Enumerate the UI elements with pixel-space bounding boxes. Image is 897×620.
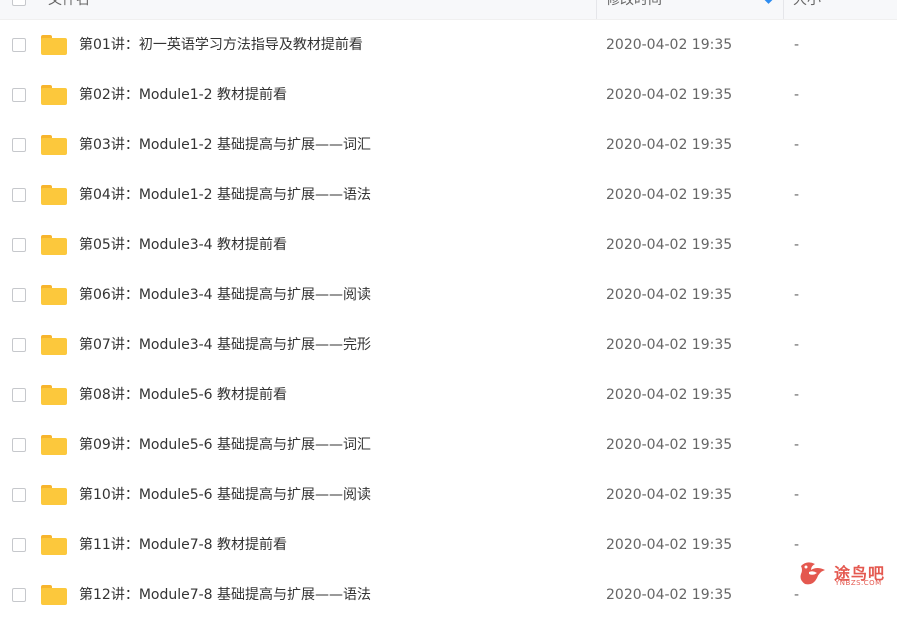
- file-list: 文件名 修改时间 大小 第01讲：初一英语学习方法指导及教材提前看 2020-04…: [0, 0, 897, 620]
- folder-icon-body: [41, 388, 67, 405]
- file-size: -: [794, 287, 800, 303]
- file-name-link[interactable]: 第08讲：Module5-6 教材提前看: [79, 385, 287, 405]
- modified-date: 2020-04-02 19:35: [606, 187, 733, 203]
- folder-icon[interactable]: [41, 385, 67, 405]
- file-name-link[interactable]: 第10讲：Module5-6 基础提高与扩展——阅读: [79, 485, 371, 505]
- folder-icon[interactable]: [41, 85, 67, 105]
- file-row[interactable]: 第02讲：Module1-2 教材提前看 2020-04-02 19:35 -: [0, 70, 897, 120]
- column-header-size[interactable]: 大小: [793, 0, 821, 10]
- row-checkbox[interactable]: [12, 588, 26, 602]
- file-name-link[interactable]: 第06讲：Module3-4 基础提高与扩展——阅读: [79, 285, 371, 305]
- folder-icon[interactable]: [41, 285, 67, 305]
- modified-date: 2020-04-02 19:35: [606, 37, 733, 53]
- file-rows: 第01讲：初一英语学习方法指导及教材提前看 2020-04-02 19:35- 第0…: [0, 20, 897, 620]
- modified-date: 2020-04-02 19:35: [606, 437, 733, 453]
- file-row[interactable]: 第07讲：Module3-4 基础提高与扩展——完形 2020-04-02 19:…: [0, 320, 897, 370]
- file-list-header: 文件名 修改时间 大小: [0, 0, 897, 20]
- watermark-subtext: YNBZS.COM: [835, 579, 882, 587]
- file-name-link[interactable]: 第05讲：Module3-4 教材提前看: [79, 235, 287, 255]
- file-size: -: [794, 337, 800, 353]
- row-checkbox[interactable]: [12, 488, 26, 502]
- watermark-logo-icon: [800, 562, 825, 585]
- file-size: -: [794, 137, 800, 153]
- folder-icon-body: [41, 438, 67, 455]
- sort-desc-icon[interactable]: [762, 0, 775, 4]
- row-checkbox[interactable]: [12, 188, 26, 202]
- row-checkbox[interactable]: [12, 38, 26, 52]
- file-row[interactable]: 第08讲：Module5-6 教材提前看 2020-04-02 19:35 -: [0, 370, 897, 420]
- folder-icon[interactable]: [41, 35, 67, 55]
- file-size: -: [794, 237, 800, 253]
- modified-date: 2020-04-02 19:35: [606, 237, 733, 253]
- folder-icon[interactable]: [41, 135, 67, 155]
- row-checkbox[interactable]: [12, 438, 26, 452]
- folder-icon[interactable]: [41, 335, 67, 355]
- folder-icon-body: [41, 488, 67, 505]
- file-row[interactable]: 第04讲：Module1-2 基础提高与扩展——语法 2020-04-02 19:…: [0, 170, 897, 220]
- folder-icon-body: [41, 588, 67, 605]
- file-row[interactable]: 第05讲：Module3-4 教材提前看 2020-04-02 19:35 -: [0, 220, 897, 270]
- file-name-link[interactable]: 第12讲：Module7-8 基础提高与扩展——语法: [79, 585, 371, 605]
- folder-icon-body: [41, 88, 67, 105]
- modified-date: 2020-04-02 19:35: [606, 587, 733, 603]
- folder-icon-body: [41, 138, 67, 155]
- row-checkbox[interactable]: [12, 288, 26, 302]
- file-name-link[interactable]: 第01讲：初一英语学习方法指导及教材提前看: [79, 35, 363, 55]
- file-row[interactable]: 第11讲：Module7-8 教材提前看 2020-04-02 19:35 -: [0, 520, 897, 570]
- file-row[interactable]: 第06讲：Module3-4 基础提高与扩展——阅读 2020-04-02 19:…: [0, 270, 897, 320]
- file-name-link[interactable]: 第03讲：Module1-2 基础提高与扩展——词汇: [79, 135, 371, 155]
- modified-date: 2020-04-02 19:35: [606, 537, 733, 553]
- row-checkbox[interactable]: [12, 238, 26, 252]
- file-name-link[interactable]: 第02讲：Module1-2 教材提前看: [79, 85, 287, 105]
- file-size: -: [794, 537, 800, 553]
- file-row[interactable]: 第12讲：Module7-8 基础提高与扩展——语法 2020-04-02 19:…: [0, 570, 897, 620]
- file-size: -: [794, 87, 800, 103]
- file-row[interactable]: 第03讲：Module1-2 基础提高与扩展——词汇 2020-04-02 19:…: [0, 120, 897, 170]
- modified-date: 2020-04-02 19:35: [606, 287, 733, 303]
- column-divider[interactable]: [783, 0, 784, 19]
- modified-date: 2020-04-02 19:35: [606, 337, 733, 353]
- modified-date: 2020-04-02 19:35: [606, 137, 733, 153]
- folder-icon-body: [41, 538, 67, 555]
- modified-date: 2020-04-02 19:35: [606, 387, 733, 403]
- file-size: -: [794, 437, 800, 453]
- file-name-link[interactable]: 第09讲：Module5-6 基础提高与扩展——词汇: [79, 435, 371, 455]
- folder-icon-body: [41, 188, 67, 205]
- column-divider[interactable]: [596, 0, 597, 19]
- folder-icon[interactable]: [41, 585, 67, 605]
- folder-icon[interactable]: [41, 435, 67, 455]
- folder-icon[interactable]: [41, 535, 67, 555]
- folder-icon[interactable]: [41, 485, 67, 505]
- column-header-name[interactable]: 文件名: [48, 0, 90, 10]
- row-checkbox[interactable]: [12, 338, 26, 352]
- site-watermark: 途鸟吧 YNBZS.COM: [797, 556, 893, 592]
- modified-date: 2020-04-02 19:35: [606, 487, 733, 503]
- column-header-date[interactable]: 修改时间: [606, 0, 662, 10]
- file-size: -: [794, 487, 800, 503]
- select-all-checkbox[interactable]: [12, 0, 26, 6]
- file-name-link[interactable]: 第04讲：Module1-2 基础提高与扩展——语法: [79, 185, 371, 205]
- row-checkbox[interactable]: [12, 388, 26, 402]
- file-name-link[interactable]: 第11讲：Module7-8 教材提前看: [79, 535, 287, 555]
- file-size: -: [794, 187, 800, 203]
- file-name-link[interactable]: 第07讲：Module3-4 基础提高与扩展——完形: [79, 335, 371, 355]
- file-row[interactable]: 第09讲：Module5-6 基础提高与扩展——词汇 2020-04-02 19:…: [0, 420, 897, 470]
- folder-icon-body: [41, 288, 67, 305]
- folder-icon-body: [41, 338, 67, 355]
- folder-icon[interactable]: [41, 185, 67, 205]
- folder-icon-body: [41, 238, 67, 255]
- row-checkbox[interactable]: [12, 88, 26, 102]
- folder-icon-body: [41, 38, 67, 55]
- file-size: -: [794, 387, 800, 403]
- folder-icon[interactable]: [41, 235, 67, 255]
- file-size: -: [794, 37, 800, 53]
- row-checkbox[interactable]: [12, 538, 26, 552]
- row-checkbox[interactable]: [12, 138, 26, 152]
- modified-date: 2020-04-02 19:35: [606, 87, 733, 103]
- file-row[interactable]: 第01讲：初一英语学习方法指导及教材提前看 2020-04-02 19:35 -: [0, 20, 897, 70]
- file-row[interactable]: 第10讲：Module5-6 基础提高与扩展——阅读 2020-04-02 19:…: [0, 470, 897, 520]
